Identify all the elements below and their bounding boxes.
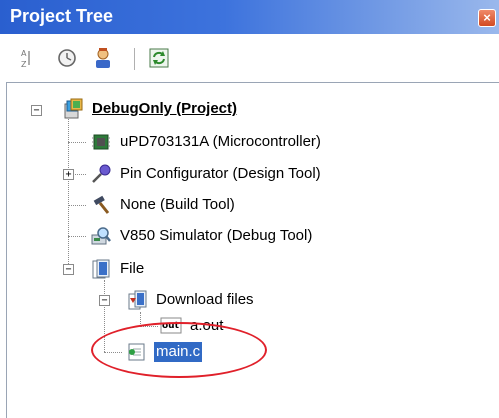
svg-text:Z: Z <box>21 60 27 69</box>
title-bar: Project Tree × <box>0 0 499 34</box>
refresh-icon[interactable] <box>146 45 172 71</box>
project-icon <box>64 98 83 119</box>
tree-node-pin-configurator[interactable]: Pin Configurator (Design Tool) <box>90 163 323 185</box>
tree-node-debug-tool[interactable]: V850 Simulator (Debug Tool) <box>90 225 314 247</box>
simulator-icon <box>91 227 111 245</box>
collapse-file-toggle[interactable]: − <box>63 264 74 275</box>
project-label: DebugOnly (Project) <box>92 100 238 117</box>
download-files-icon <box>128 290 147 310</box>
tree-node-file[interactable]: File <box>90 258 146 280</box>
hammer-icon <box>93 195 110 214</box>
close-button[interactable]: × <box>478 9 496 27</box>
file-folder-icon <box>92 259 110 279</box>
microcontroller-label: uPD703131A (Microcontroller) <box>120 133 321 150</box>
file-folder-label: File <box>120 260 145 277</box>
debug-tool-label: V850 Simulator (Debug Tool) <box>120 227 313 244</box>
build-tool-label: None (Build Tool) <box>120 196 235 213</box>
tree-node-microcontroller[interactable]: uPD703131A (Microcontroller) <box>90 131 323 153</box>
project-tree-window: Project Tree × A Z − + − − DebugOnly (Pr… <box>0 0 499 418</box>
tree-node-download-files[interactable]: Download files <box>126 289 256 311</box>
svg-text:A: A <box>21 49 27 58</box>
toolbar: A Z <box>0 34 499 82</box>
download-files-label: Download files <box>156 291 254 308</box>
pin-configurator-icon <box>92 164 111 183</box>
expand-pin-configurator-toggle[interactable]: + <box>63 169 74 180</box>
pin-configurator-label: Pin Configurator (Design Tool) <box>120 165 321 182</box>
collapse-project-toggle[interactable]: − <box>31 105 42 116</box>
highlight-ellipse <box>91 322 267 378</box>
tree-node-project[interactable]: DebugOnly (Project) <box>62 98 239 120</box>
window-title: Project Tree <box>10 6 114 26</box>
collapse-download-files-toggle[interactable]: − <box>99 295 110 306</box>
history-icon[interactable] <box>54 45 80 71</box>
sort-ascending-icon[interactable]: A Z <box>14 45 40 71</box>
tree-node-build-tool[interactable]: None (Build Tool) <box>90 194 237 216</box>
chip-icon <box>92 134 110 150</box>
toolbar-separator <box>134 48 135 70</box>
user-icon[interactable] <box>90 45 116 71</box>
